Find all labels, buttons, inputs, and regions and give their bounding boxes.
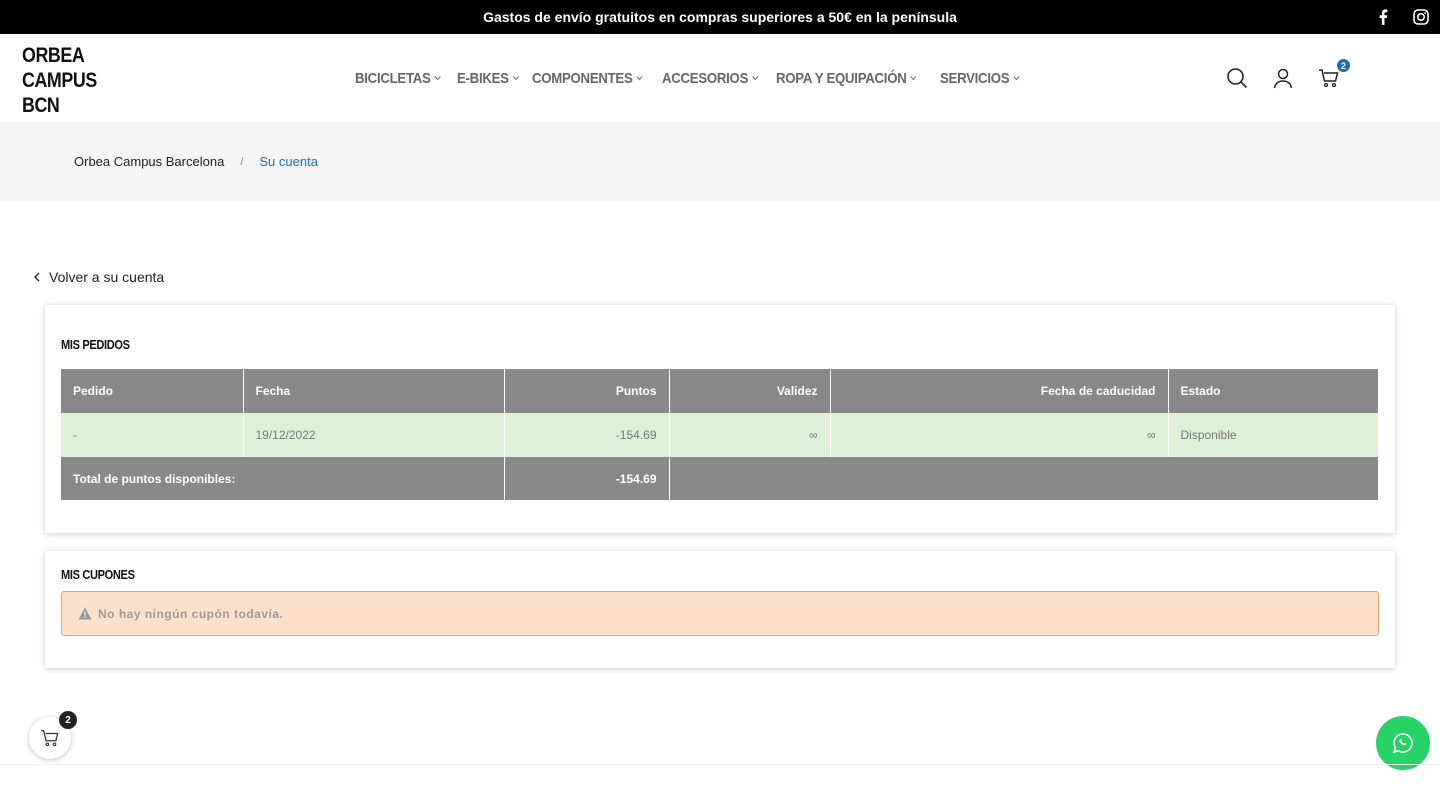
breadcrumb-home[interactable]: Orbea Campus Barcelona — [74, 154, 224, 169]
cell-fecha: 19/12/2022 — [243, 413, 505, 457]
floating-cart-button[interactable]: 2 — [29, 711, 77, 759]
col-fecha: Fecha — [243, 369, 505, 413]
social-links — [1374, 0, 1430, 34]
breadcrumb: Orbea Campus Barcelona / Su cuenta — [0, 122, 1440, 201]
chevron-down-icon — [910, 76, 917, 81]
total-value: -154.69 — [504, 457, 670, 500]
cell-validez: ∞ — [669, 413, 831, 457]
promo-message: Gastos de envío gratuitos en compras sup… — [483, 9, 957, 25]
whatsapp-icon — [1392, 733, 1413, 754]
chevron-down-icon — [636, 76, 643, 81]
col-puntos: Puntos — [504, 369, 670, 413]
instagram-icon[interactable] — [1412, 8, 1430, 26]
orders-card: MIS PEDIDOS Pedido Fecha Puntos Validez … — [45, 305, 1395, 533]
breadcrumb-separator: / — [240, 155, 244, 168]
table-header-row: Pedido Fecha Puntos Validez Fecha de cad… — [61, 369, 1379, 413]
cell-estado: Disponible — [1168, 413, 1379, 457]
chevron-down-icon — [752, 76, 758, 81]
cart-count-badge: 2 — [1337, 59, 1350, 72]
footer-divider — [0, 764, 1440, 765]
col-estado: Estado — [1168, 369, 1379, 413]
back-to-account-link[interactable]: Volver a su cuenta — [33, 269, 164, 285]
coupons-title: MIS CUPONES — [61, 567, 135, 582]
cart-icon — [41, 730, 59, 747]
cell-caducidad: ∞ — [830, 413, 1169, 457]
promo-bar: Gastos de envío gratuitos en compras sup… — [0, 0, 1440, 34]
cart-icon[interactable]: 2 — [1318, 59, 1350, 89]
total-label: Total de puntos disponibles: — [61, 457, 505, 500]
site-logo[interactable]: ORBEA CAMPUS BCN — [22, 43, 97, 118]
table-total-row: Total de puntos disponibles: -154.69 — [61, 457, 1379, 500]
no-coupons-alert: No hay ningún cupón todavía. — [61, 591, 1379, 636]
main-nav: BICICLETAS E-BIKES COMPONENTES ACCESORIO… — [355, 34, 1023, 122]
cell-puntos: -154.69 — [504, 413, 670, 457]
total-filler — [669, 457, 1379, 500]
chevron-down-icon — [434, 76, 441, 81]
cell-pedido: - — [61, 413, 244, 457]
chevron-left-icon — [34, 272, 40, 282]
search-icon[interactable] — [1226, 67, 1248, 89]
header-actions: 2 — [1226, 34, 1350, 122]
nav-item-servicios[interactable]: SERVICIOS — [940, 70, 1020, 87]
chevron-down-icon — [1013, 76, 1020, 81]
col-validez: Validez — [669, 369, 831, 413]
facebook-icon[interactable] — [1374, 8, 1392, 26]
coupons-card: MIS CUPONES No hay ningún cupón todavía. — [45, 551, 1395, 668]
chevron-down-icon — [512, 76, 519, 81]
nav-item-e-bikes[interactable]: E-BIKES — [457, 70, 519, 87]
table-row: - 19/12/2022 -154.69 ∞ ∞ Disponible — [61, 413, 1379, 457]
nav-item-ropa[interactable]: ROPA Y EQUIPACIÓN — [776, 70, 917, 87]
breadcrumb-current[interactable]: Su cuenta — [259, 154, 318, 169]
orders-title: MIS PEDIDOS — [61, 337, 130, 352]
warning-icon — [78, 607, 92, 620]
whatsapp-button[interactable] — [1376, 716, 1430, 770]
col-pedido: Pedido — [61, 369, 244, 413]
no-coupons-message: No hay ningún cupón todavía. — [98, 606, 284, 621]
nav-item-bicicletas[interactable]: BICICLETAS — [355, 70, 441, 87]
nav-item-accesorios[interactable]: ACCESORIOS — [662, 70, 759, 87]
user-icon[interactable] — [1272, 67, 1294, 89]
site-header: ORBEA CAMPUS BCN BICICLETAS E-BIKES COMP… — [0, 34, 1440, 122]
col-caducidad: Fecha de caducidad — [830, 369, 1169, 413]
floating-cart-badge: 2 — [59, 711, 77, 729]
nav-item-componentes[interactable]: COMPONENTES — [532, 70, 643, 87]
orders-table: Pedido Fecha Puntos Validez Fecha de cad… — [61, 369, 1379, 500]
